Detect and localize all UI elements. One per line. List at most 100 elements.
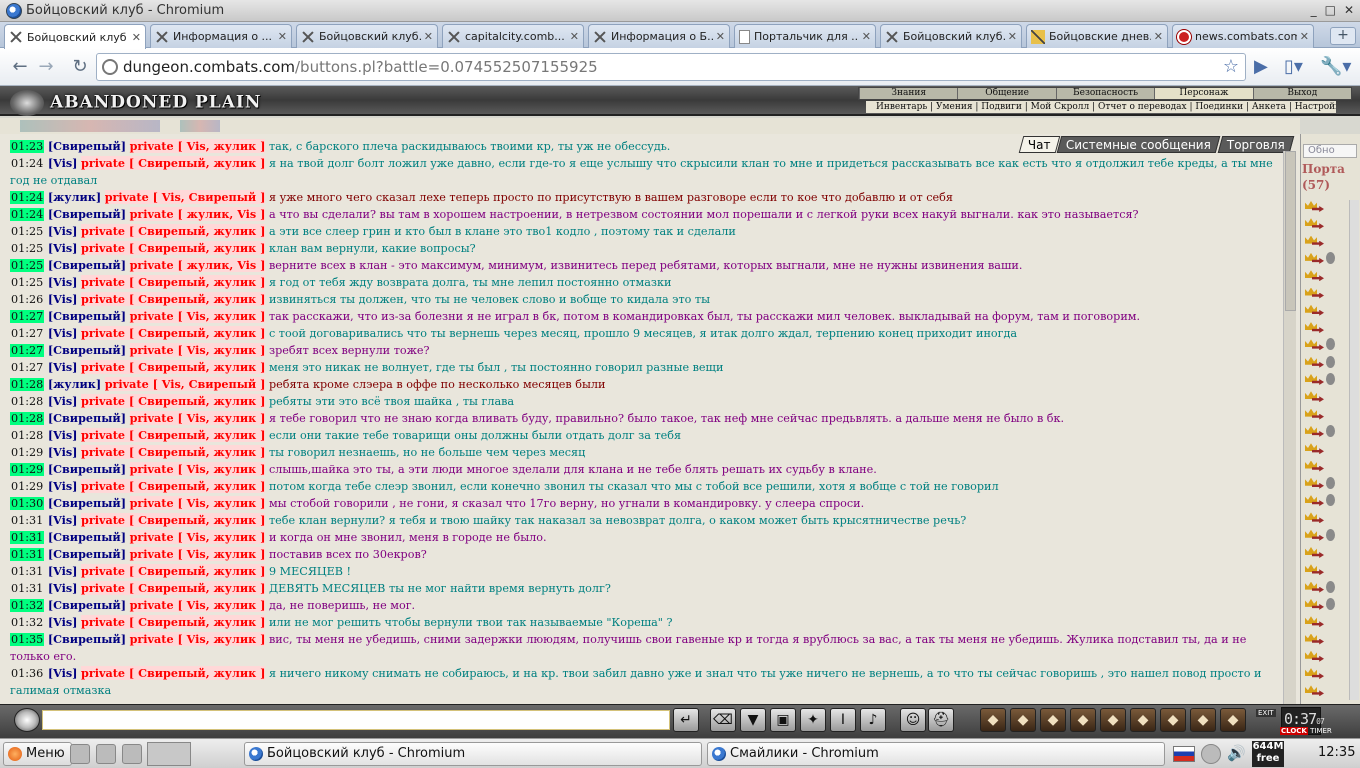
message-time[interactable]: 01:25 <box>10 225 44 238</box>
message-time[interactable]: 01:28 <box>10 412 45 425</box>
user-entry-icon[interactable] <box>1304 217 1324 231</box>
user-entry-icon[interactable] <box>1304 408 1324 422</box>
user-entry-icon[interactable] <box>1304 528 1335 543</box>
message-time[interactable]: 01:28 <box>10 429 44 442</box>
message-nick[interactable]: [Свирепый] <box>48 207 126 221</box>
close-icon[interactable]: ✕ <box>570 30 579 43</box>
message-nick[interactable]: [Vis] <box>48 445 78 459</box>
task-smileys[interactable]: Смайлики - Chromium <box>707 742 1165 766</box>
menu-item-3[interactable]: Персонаж <box>1154 88 1253 99</box>
user-entry-icon[interactable] <box>1304 373 1335 387</box>
message-nick[interactable]: [Свирепый] <box>48 598 126 612</box>
message-time[interactable]: 01:32 <box>10 599 45 612</box>
page-menu-icon[interactable]: ▯▾ <box>1284 57 1303 77</box>
message-time[interactable]: 01:28 <box>10 395 44 408</box>
message-nick[interactable]: [жулик] <box>48 377 101 391</box>
close-icon[interactable]: ✕ <box>278 30 287 43</box>
user-entry-icon[interactable] <box>1304 355 1335 370</box>
tab-5[interactable]: Портальчик для ... ✕ <box>734 24 876 48</box>
user-entry-icon[interactable] <box>1304 235 1324 249</box>
message-time[interactable]: 01:31 <box>10 514 44 527</box>
close-icon[interactable]: ✕ <box>1008 30 1017 43</box>
hand-icon[interactable]: ◆ <box>1010 708 1036 732</box>
message-time[interactable]: 01:28 <box>10 378 45 391</box>
message-private-recipients[interactable]: private [ Свирепый, жулик ] <box>81 360 266 374</box>
message-nick[interactable]: [Vis] <box>48 241 78 255</box>
chest-icon[interactable]: ◆ <box>1070 708 1096 732</box>
message-nick[interactable]: [Vis] <box>48 326 78 340</box>
eraser-icon[interactable]: ⌫ <box>710 708 736 732</box>
message-private-recipients[interactable]: private [ Свирепый, жулик ] <box>81 581 266 595</box>
volume-icon[interactable]: 🔊 <box>1227 744 1247 764</box>
close-icon[interactable]: ✕ <box>1300 30 1309 43</box>
message-private-recipients[interactable]: private [ Vis, жулик ] <box>129 530 266 544</box>
message-time[interactable]: 01:27 <box>10 310 45 323</box>
bag6-icon[interactable]: ◆ <box>1220 708 1246 732</box>
filter-icon[interactable]: ▼ <box>740 708 766 732</box>
user-entry-icon[interactable] <box>1304 684 1324 698</box>
user-entry-icon[interactable] <box>1304 633 1324 647</box>
tab-6[interactable]: Бойцовский клуб. ✕ <box>880 24 1022 48</box>
message-private-recipients[interactable]: private [ Vis, жулик ] <box>129 547 266 561</box>
menu-item-2[interactable]: Безопасность <box>1055 88 1154 99</box>
chat-bubble-icon[interactable] <box>14 708 40 732</box>
message-time[interactable]: 01:29 <box>10 480 44 493</box>
user-entry-icon[interactable] <box>1304 460 1324 474</box>
user-entry-icon[interactable] <box>1304 390 1324 404</box>
message-private-recipients[interactable]: private [ жулик, Vis ] <box>129 207 266 221</box>
tab-8[interactable]: news.combats.com ✕ <box>1172 24 1314 48</box>
user-entry-icon[interactable] <box>1304 424 1335 439</box>
close-window-button[interactable]: ✕ <box>1344 3 1354 17</box>
message-time[interactable]: 01:29 <box>10 446 44 459</box>
message-nick[interactable]: [Vis] <box>48 360 78 374</box>
message-time[interactable]: 01:35 <box>10 633 45 646</box>
message-time[interactable]: 01:25 <box>10 259 45 272</box>
close-icon[interactable]: ✕ <box>716 30 725 43</box>
message-time[interactable]: 01:24 <box>10 157 44 170</box>
user-entry-icon[interactable] <box>1304 511 1324 525</box>
chat-input[interactable] <box>42 710 670 730</box>
wrench-icon[interactable]: 🔧▾ <box>1320 57 1351 77</box>
message-time[interactable]: 01:25 <box>10 242 44 255</box>
message-nick[interactable]: [Vis] <box>48 224 78 238</box>
user-entry-icon[interactable] <box>1304 269 1324 283</box>
back-arrow-icon[interactable]: ← <box>10 57 30 77</box>
message-private-recipients[interactable]: private [ Vis, жулик ] <box>129 343 266 357</box>
message-time[interactable]: 01:27 <box>10 361 44 374</box>
bag3-icon[interactable]: ◆ <box>1130 708 1156 732</box>
new-tab-button[interactable]: + <box>1330 27 1356 45</box>
message-private-recipients[interactable]: private [ Vis, жулик ] <box>129 309 266 323</box>
address-bar[interactable]: dungeon.combats.com/buttons.pl?battle=0.… <box>96 53 1246 81</box>
menu-item-1[interactable]: Общение <box>957 88 1055 99</box>
message-nick[interactable]: [Vis] <box>48 275 78 289</box>
user-entry-icon[interactable] <box>1304 597 1335 612</box>
message-nick[interactable]: [Vis] <box>48 581 78 595</box>
message-nick[interactable]: [Свирепый] <box>48 496 126 510</box>
reload-icon[interactable]: ↻ <box>70 57 90 77</box>
user-entry-icon[interactable] <box>1304 304 1324 318</box>
forward-arrow-icon[interactable]: → <box>36 57 56 77</box>
message-private-recipients[interactable]: private [ Свирепый, жулик ] <box>81 224 266 238</box>
message-private-recipients[interactable]: private [ Свирепый, жулик ] <box>81 445 266 459</box>
message-private-recipients[interactable]: private [ Свирепый, жулик ] <box>81 241 266 255</box>
message-nick[interactable]: [Vis] <box>48 428 78 442</box>
workspace-switcher[interactable] <box>147 742 191 766</box>
smile-icon[interactable]: ☺ <box>900 708 926 732</box>
close-icon[interactable]: ✕ <box>862 30 871 43</box>
message-nick[interactable]: [Свирепый] <box>48 462 126 476</box>
user-entry-icon[interactable] <box>1304 338 1335 352</box>
message-private-recipients[interactable]: private [ Свирепый, жулик ] <box>81 275 266 289</box>
message-nick[interactable]: [Vis] <box>48 479 78 493</box>
message-nick[interactable]: [Свирепый] <box>48 547 126 561</box>
start-menu-button[interactable]: Меню <box>3 742 72 766</box>
message-private-recipients[interactable]: private [ Vis, жулик ] <box>129 462 266 476</box>
scrollbar-thumb[interactable] <box>1285 151 1296 311</box>
helmet-icon[interactable]: ⛑ <box>928 708 954 732</box>
close-icon[interactable]: ✕ <box>424 30 433 43</box>
message-nick[interactable]: [Свирепый] <box>48 411 126 425</box>
message-nick[interactable]: [Свирепый] <box>48 632 126 646</box>
user-entry-icon[interactable] <box>1304 494 1335 508</box>
network-icon[interactable] <box>1201 744 1221 764</box>
message-nick[interactable]: [Свирепый] <box>48 309 126 323</box>
message-nick[interactable]: [жулик] <box>48 190 101 204</box>
